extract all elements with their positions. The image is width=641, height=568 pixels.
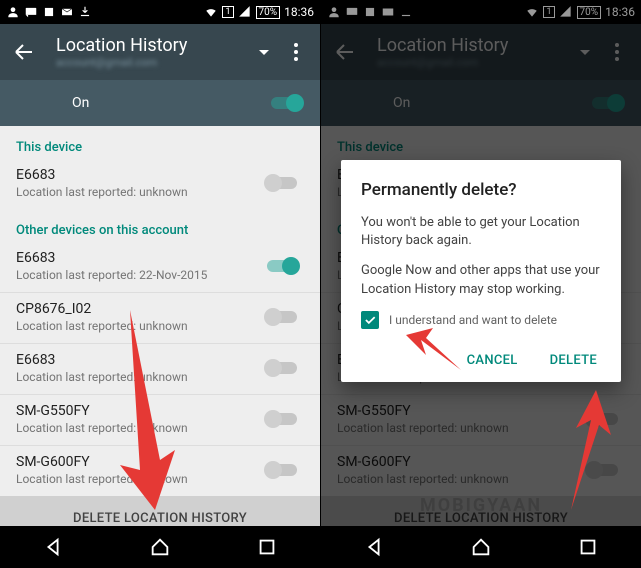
message-icon bbox=[24, 5, 38, 19]
device-row[interactable]: E6683Location last reported: unknown bbox=[0, 159, 320, 209]
device-row[interactable]: E6683Location last reported: 22-Nov-2015 bbox=[0, 242, 320, 292]
checkbox-label: I understand and want to delete bbox=[389, 313, 557, 327]
confirm-dialog: Permanently delete? You won't be able to… bbox=[341, 160, 621, 382]
device-switch[interactable] bbox=[264, 256, 300, 276]
download-icon bbox=[78, 5, 92, 19]
nav-back-icon[interactable] bbox=[42, 536, 64, 558]
dialog-title: Permanently delete? bbox=[361, 180, 601, 200]
cancel-button[interactable]: CANCEL bbox=[463, 347, 522, 374]
device-row[interactable]: CP8676_I02Location last reported: unknow… bbox=[0, 293, 320, 343]
nav-home-icon[interactable] bbox=[470, 536, 492, 558]
device-row[interactable]: SM-G550FYLocation last reported: unknown bbox=[0, 395, 320, 445]
device-switch[interactable] bbox=[264, 358, 300, 378]
dropdown-icon[interactable] bbox=[252, 40, 276, 64]
section-this-device: This device bbox=[0, 126, 320, 159]
nav-recent-icon[interactable] bbox=[577, 536, 599, 558]
device-row[interactable]: SM-G600FYLocation last reported: unknown bbox=[0, 446, 320, 496]
nav-back-icon[interactable] bbox=[363, 536, 385, 558]
sim-indicator: 1 bbox=[222, 6, 233, 18]
account-subtitle: account@gmail.com bbox=[56, 56, 244, 69]
master-switch[interactable] bbox=[268, 93, 304, 113]
clock-text: 18:36 bbox=[284, 5, 314, 19]
page-title: Location History bbox=[56, 35, 244, 56]
app-bar: Location History account@gmail.com bbox=[0, 24, 320, 80]
phone-left: 1 70% 18:36 Location History account@gma… bbox=[0, 0, 320, 568]
wifi-icon bbox=[204, 5, 218, 19]
confirm-checkbox-row[interactable]: I understand and want to delete bbox=[361, 311, 601, 329]
confirm-checkbox[interactable] bbox=[361, 311, 379, 329]
back-icon[interactable] bbox=[12, 40, 36, 64]
device-switch[interactable] bbox=[264, 307, 300, 327]
person-icon bbox=[6, 5, 20, 19]
overflow-menu-icon[interactable] bbox=[284, 40, 308, 64]
dialog-body-2: Google Now and other apps that use your … bbox=[361, 262, 601, 298]
mail-icon bbox=[60, 5, 74, 19]
dialog-overlay: Permanently delete? You won't be able to… bbox=[321, 0, 641, 568]
navigation-bar bbox=[321, 526, 641, 568]
check-icon bbox=[363, 313, 377, 327]
section-other-devices: Other devices on this account bbox=[0, 209, 320, 242]
phone-right: 1 70% 18:36 Location History account@gma… bbox=[321, 0, 641, 568]
nav-recent-icon[interactable] bbox=[256, 536, 278, 558]
device-switch[interactable] bbox=[264, 409, 300, 429]
delete-button[interactable]: DELETE bbox=[546, 347, 601, 374]
navigation-bar bbox=[0, 526, 320, 568]
battery-text: 70% bbox=[256, 6, 281, 19]
toggle-label: On bbox=[72, 95, 89, 111]
nav-home-icon[interactable] bbox=[149, 536, 171, 558]
notification-icon bbox=[42, 5, 56, 19]
device-switch[interactable] bbox=[264, 173, 300, 193]
signal-icon bbox=[238, 5, 252, 19]
dialog-body-1: You won't be able to get your Location H… bbox=[361, 214, 601, 250]
device-row[interactable]: E6683Location last reported: unknown bbox=[0, 344, 320, 394]
status-bar: 1 70% 18:36 bbox=[0, 0, 320, 24]
device-switch[interactable] bbox=[264, 460, 300, 480]
master-toggle-row[interactable]: On bbox=[0, 80, 320, 126]
